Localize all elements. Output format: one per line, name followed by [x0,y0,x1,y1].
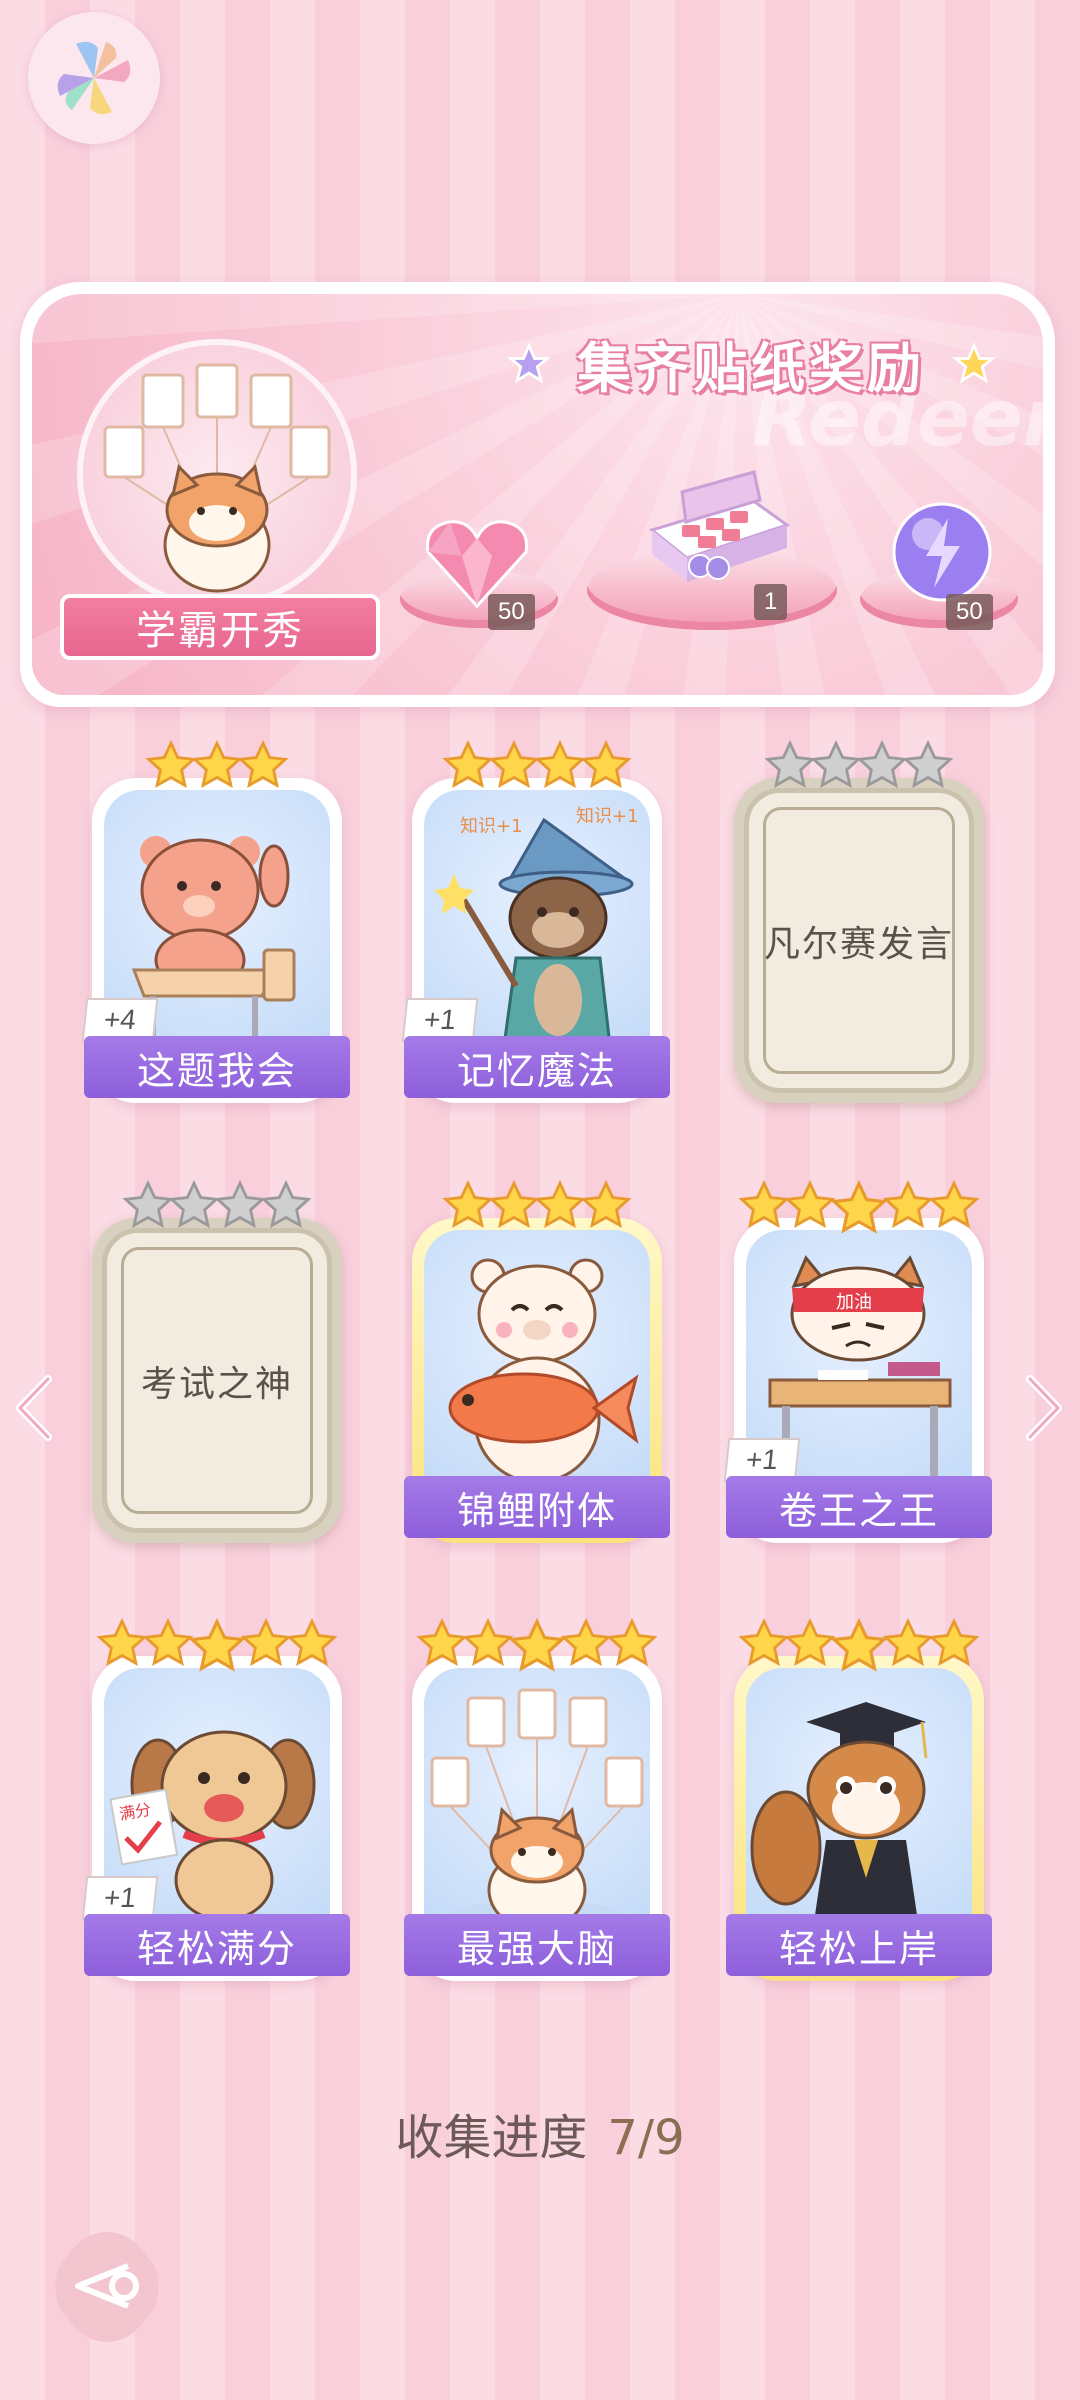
reward-count: 1 [754,584,788,620]
star-icon [810,740,862,789]
card-stars [412,740,662,792]
locked-sticker: 考试之神 [102,1228,332,1533]
star-icon [882,1618,934,1667]
star-icon [882,1180,934,1229]
sticker-card[interactable]: 轻松上岸 [726,1618,992,1981]
sticker-card[interactable]: 知识+1 知识+1 +1 记忆魔法 [401,740,670,1103]
star-icon [738,1618,790,1667]
progress-label: 收集进度 [395,2110,588,2166]
card-name: 考试之神 [140,1363,293,1405]
card-stars [92,1180,342,1232]
svg-text:知识+1: 知识+1 [460,816,523,837]
reward-banner: Redeem 集齐贴纸奖励 学霸开秀 [20,282,1055,707]
svg-text:知识+1: 知识+1 [576,806,639,827]
card-name: 轻松上岸 [726,1914,992,1976]
card-stars [734,1618,984,1676]
star-icon [830,1618,888,1672]
gift-box-icon [648,470,791,582]
star-icon [260,1180,312,1229]
star-icon [606,1618,658,1667]
card-name: 卷王之王 [726,1476,992,1538]
star-icon [738,1180,790,1229]
star-icon [488,1180,540,1229]
prev-page-arrow-icon[interactable] [14,1375,54,1441]
star-icon [534,1180,586,1229]
card-name: 轻松满分 [84,1914,350,1976]
star-icon [560,1618,612,1667]
card-stars [92,1618,342,1676]
star-icon [96,1618,148,1667]
scholar-ribbon: 学霸开秀 [60,594,380,660]
locked-sticker: 凡尔赛发言 [744,788,974,1093]
star-icon [488,740,540,789]
star-icon [237,740,289,789]
star-icon [784,1618,836,1667]
sticker-card[interactable]: 满分 +1 轻松满分 [81,1618,350,1981]
star-icon [286,1618,338,1667]
card-stars [734,740,984,792]
star-icon [928,1180,980,1229]
star-icon [928,1618,980,1667]
star-icon [214,1180,266,1229]
svg-text:加油: 加油 [836,1292,872,1313]
cat-with-papers-icon [103,363,331,593]
star-icon [240,1618,292,1667]
star-icon [188,1618,246,1672]
reward-count: 50 [488,594,535,630]
sticker-card[interactable]: +4 这题我会 [81,740,350,1103]
card-stars [92,740,342,792]
card-stars [412,1180,662,1232]
star-icon [856,740,908,789]
star-icon [122,1180,174,1229]
card-stars [734,1180,984,1238]
card-name: 锦鲤附体 [404,1476,670,1538]
sticker-card-locked[interactable]: 考试之神 [92,1180,342,1543]
card-name: 凡尔赛发言 [763,923,954,965]
progress-value: 7/9 [607,2110,685,2166]
scholar-avatar [77,339,357,609]
star-decoration-icon [952,342,996,384]
app-logo [28,12,160,144]
sticker-card-locked[interactable]: 凡尔赛发言 [734,740,984,1103]
collection-progress: 收集进度 7/9 [0,2098,1080,2168]
reward-count: 50 [946,594,993,630]
sticker-card[interactable]: 最强大脑 [404,1618,670,1981]
star-icon [830,1180,888,1234]
star-icon [416,1618,468,1667]
lightning-orb-icon [892,502,992,602]
star-icon [580,740,632,789]
banner-title: 集齐贴纸奖励 [577,336,925,400]
star-icon [191,740,243,789]
star-icon [142,1618,194,1667]
star-icon [442,1180,494,1229]
star-decoration-icon [507,342,551,384]
star-icon [902,740,954,789]
sticker-card[interactable]: 加油 +1 卷王之王 [723,1180,992,1543]
next-page-arrow-icon[interactable] [1024,1375,1064,1441]
pinwheel-logo-icon [57,41,131,115]
sticker-card[interactable]: 锦鲤附体 [404,1180,670,1543]
card-stars [412,1618,662,1676]
star-icon [442,740,494,789]
star-icon [508,1618,566,1672]
back-button-icon[interactable] [48,2228,166,2346]
card-name: 最强大脑 [404,1914,670,1976]
star-icon [145,740,197,789]
star-icon [462,1618,514,1667]
star-icon [580,1180,632,1229]
star-icon [764,740,816,789]
card-name: 这题我会 [84,1036,350,1098]
star-icon [784,1180,836,1229]
star-icon [534,740,586,789]
star-icon [168,1180,220,1229]
card-name: 记忆魔法 [404,1036,670,1098]
